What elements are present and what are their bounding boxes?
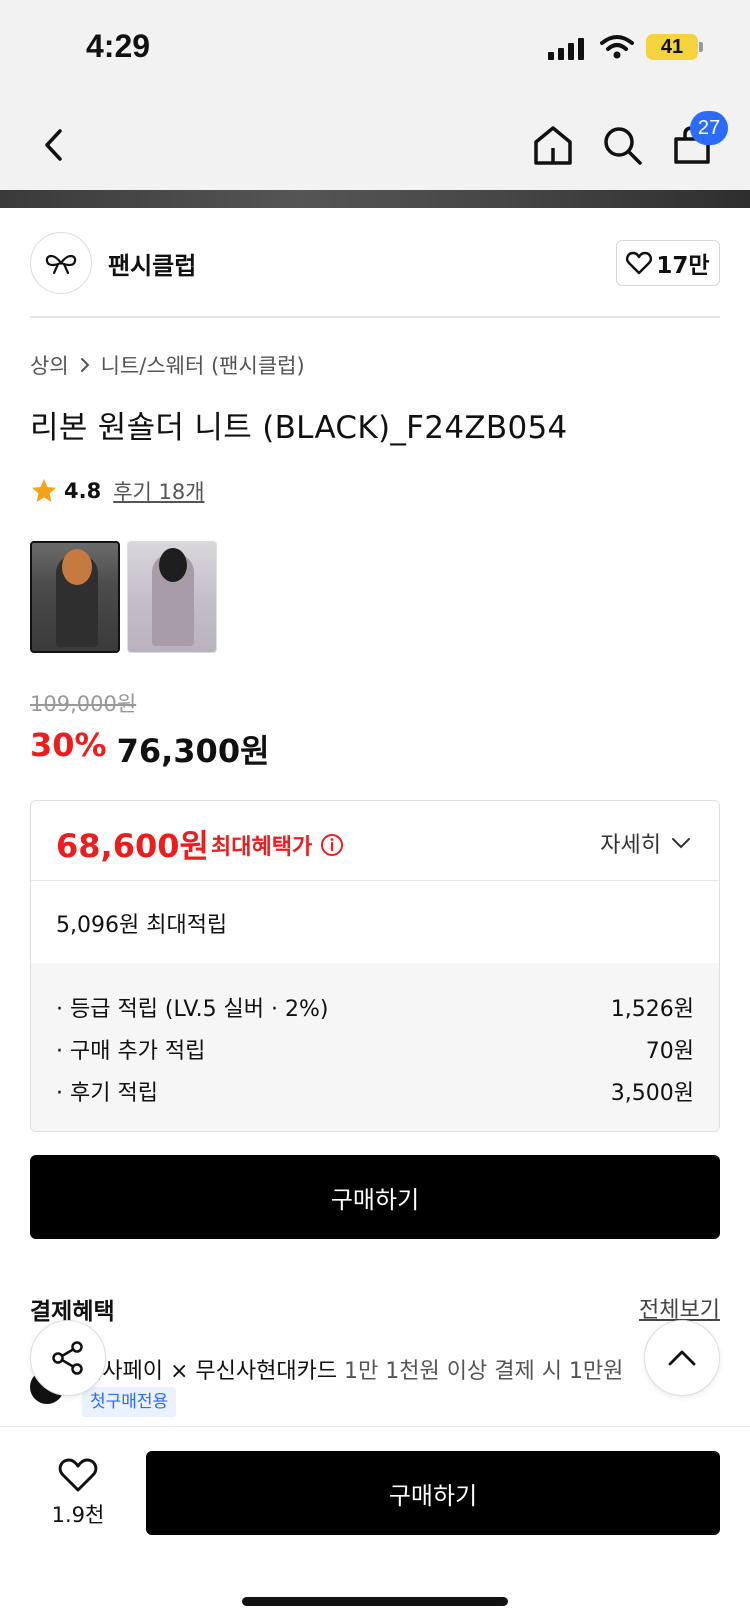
max-benefit-label: 최대혜택가: [211, 829, 344, 861]
thumbnail-lavender[interactable]: [127, 541, 217, 653]
search-button[interactable]: [592, 115, 652, 175]
benefit-box: 68,600원 최대혜택가 자세히 5,096원 최대적립 · 등급 적립 (L…: [30, 800, 720, 1132]
discount-rate: 30%: [30, 726, 107, 764]
max-benefit-price: 68,600원: [56, 827, 209, 865]
battery-indicator: 41: [646, 34, 698, 60]
ribbon-logo-icon: [45, 254, 77, 275]
detail-label: 자세히: [600, 833, 661, 858]
point-value: 3,500원: [610, 1081, 694, 1106]
star-icon: [32, 479, 56, 502]
points-list: · 등급 적립 (LV.5 실버 · 2%) 1,526원 · 구매 추가 적립…: [31, 963, 719, 1131]
cart-count-badge: 27: [690, 111, 728, 145]
signal-icon: [548, 38, 584, 60]
benefit-detail-button[interactable]: 자세히: [600, 827, 691, 859]
wifi-icon: [600, 35, 634, 59]
back-button[interactable]: [24, 115, 84, 175]
bottom-bar: 1.9천 구매하기: [0, 1426, 750, 1623]
rating-score: 4.8: [64, 479, 102, 503]
wish-count: 1.9천: [51, 1503, 105, 1527]
benefit-header[interactable]: 68,600원 최대혜택가 자세히: [31, 801, 719, 881]
chevron-down-icon: [672, 838, 690, 849]
product-image-edge: [0, 190, 750, 208]
point-row-purchase: · 구매 추가 적립 70원: [56, 1033, 694, 1075]
home-button[interactable]: [523, 115, 583, 175]
share-icon: [52, 1341, 83, 1375]
point-row-grade: · 등급 적립 (LV.5 실버 · 2%) 1,526원: [56, 991, 694, 1033]
heart-icon: [626, 251, 653, 275]
review-count-link[interactable]: 후기 18개: [113, 476, 204, 506]
payment-promo-sub: 1만 1천원 이상 결제 시 1만원: [337, 1359, 624, 1384]
breadcrumb-category[interactable]: 상의: [30, 350, 69, 380]
status-bar: 4:29 41: [0, 0, 750, 100]
info-icon[interactable]: [320, 833, 344, 857]
points-total: 5,096원 최대적립: [56, 913, 228, 938]
brand-like-button[interactable]: 17만: [616, 240, 720, 286]
sale-price: 76,300원: [116, 732, 270, 770]
brand-row: 팬시클럽 17만: [30, 232, 720, 294]
original-price: 109,000원: [30, 692, 137, 716]
point-label: · 등급 적립 (LV.5 실버 · 2%): [56, 997, 329, 1022]
breadcrumb-subcategory[interactable]: 니트/스웨터 (팬시클럽): [101, 350, 305, 380]
home-icon: [534, 126, 572, 165]
point-label: · 후기 적립: [56, 1081, 158, 1106]
brand-name[interactable]: 팬시클럽: [108, 246, 196, 281]
battery-tip: [699, 42, 703, 52]
model-head: [159, 548, 187, 582]
buy-button[interactable]: 구매하기: [30, 1155, 720, 1239]
sale-price-row: 30% 76,300원: [30, 726, 270, 772]
bottom-buy-button[interactable]: 구매하기: [146, 1451, 720, 1535]
breadcrumb: 상의 니트/스웨터 (팬시클럽): [30, 350, 305, 380]
wishlist-button[interactable]: 1.9천: [42, 1457, 114, 1529]
home-indicator: [242, 1597, 508, 1606]
divider: [30, 316, 720, 318]
chevron-right-icon: [80, 358, 90, 372]
brand-logo[interactable]: [30, 232, 92, 294]
first-purchase-badge: 첫구매전용: [82, 1387, 177, 1417]
model-head: [62, 549, 92, 585]
point-value: 70원: [645, 1039, 694, 1064]
search-icon: [604, 127, 642, 165]
product-title: 리본 원숄더 니트 (BLACK)_F24ZB054: [30, 410, 568, 446]
payment-promo-main: 신사페이 × 무신사현대카드: [82, 1359, 338, 1384]
rating-row: 4.8 후기 18개: [30, 476, 205, 506]
brand-like-count: 17만: [656, 253, 710, 279]
point-row-review: · 후기 적립 3,500원: [56, 1075, 694, 1117]
nav-bar: [0, 100, 750, 190]
payment-promo[interactable]: 신사페이 × 무신사현대카드 1만 1천원 이상 결제 시 1만원: [82, 1353, 652, 1385]
heart-icon: [58, 1458, 98, 1492]
status-time: 4:29: [86, 28, 151, 64]
scroll-top-button[interactable]: [644, 1320, 720, 1396]
point-label: · 구매 추가 적립: [56, 1039, 206, 1064]
thumbnail-black[interactable]: [30, 541, 120, 653]
chevron-left-icon: [45, 129, 62, 161]
chevron-up-icon: [668, 1350, 696, 1366]
max-benefit-label-text: 최대혜택가: [211, 835, 313, 860]
share-button[interactable]: [30, 1320, 106, 1396]
point-value: 1,526원: [610, 997, 694, 1022]
